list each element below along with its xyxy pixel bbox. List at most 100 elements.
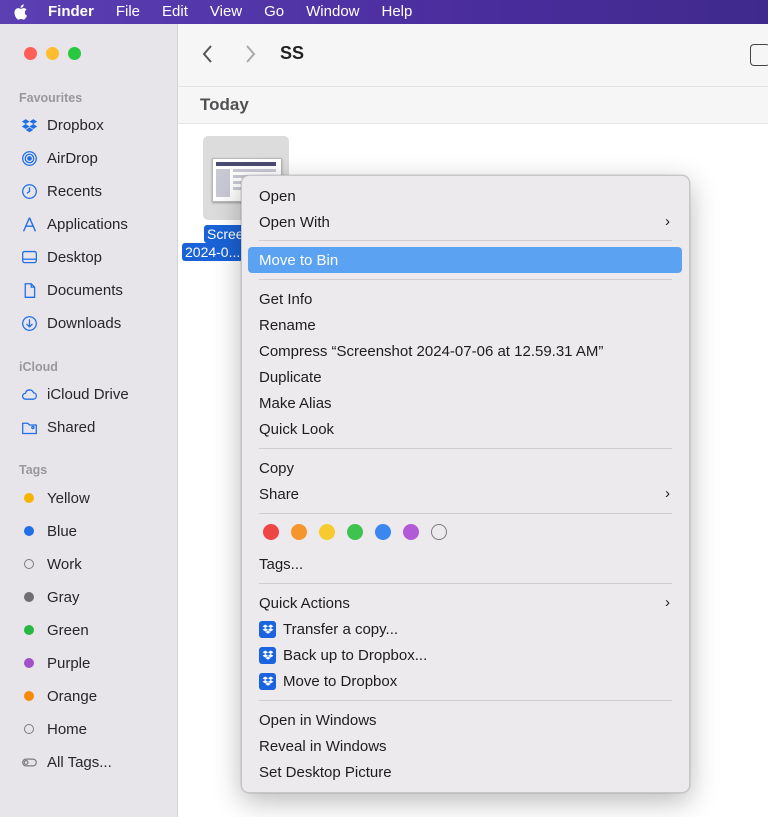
menu-item-open-in-windows[interactable]: Open in Windows: [248, 707, 682, 733]
back-button[interactable]: [202, 44, 214, 70]
sidebar-item-label: Work: [47, 555, 82, 573]
sidebar-item-label: iCloud Drive: [47, 385, 129, 403]
tag-dot-icon: [19, 620, 39, 640]
menu-item-get-info[interactable]: Get Info: [248, 286, 682, 312]
dropbox-icon: [259, 646, 276, 664]
view-mode-icon[interactable]: [750, 44, 768, 66]
sidebar-item-label: All Tags...: [47, 753, 112, 771]
sidebar-tag-gray[interactable]: Gray: [19, 584, 80, 610]
sidebar-item-recents[interactable]: Recents: [19, 178, 102, 204]
menu-item-transfer-copy[interactable]: Transfer a copy...: [248, 616, 682, 642]
toolbar: SS: [178, 24, 768, 87]
menu-finder[interactable]: Finder: [48, 0, 94, 24]
sidebar-item-icloud-drive[interactable]: iCloud Drive: [19, 381, 129, 407]
tag-dot-icon: [19, 587, 39, 607]
minimize-button[interactable]: [46, 47, 59, 60]
sidebar-item-label: Documents: [47, 281, 123, 299]
menu-item-back-up-dropbox[interactable]: Back up to Dropbox...: [248, 642, 682, 668]
tag-red-swatch[interactable]: [263, 524, 279, 540]
sidebar-item-downloads[interactable]: Downloads: [19, 310, 121, 336]
sidebar: Favourites Dropbox AirDrop Recents Appli…: [0, 24, 178, 817]
sidebar-item-airdrop[interactable]: AirDrop: [19, 145, 98, 171]
sidebar-tag-purple[interactable]: Purple: [19, 650, 90, 676]
sidebar-item-label: Gray: [47, 588, 80, 606]
close-button[interactable]: [24, 47, 37, 60]
chevron-right-icon: ›: [665, 594, 670, 611]
menu-item-open[interactable]: Open: [248, 183, 682, 209]
tag-yellow-swatch[interactable]: [319, 524, 335, 540]
menu-separator: [259, 448, 672, 449]
sidebar-tag-green[interactable]: Green: [19, 617, 89, 643]
menu-item-move-to-dropbox[interactable]: Move to Dropbox: [248, 668, 682, 694]
menu-item-share[interactable]: Share ›: [248, 481, 682, 507]
file-name-line2[interactable]: 2024-0...: [182, 243, 244, 261]
menu-item-quick-actions[interactable]: Quick Actions ›: [248, 590, 682, 616]
sidebar-tag-yellow[interactable]: Yellow: [19, 485, 90, 511]
menu-edit[interactable]: Edit: [162, 0, 188, 24]
tag-green-swatch[interactable]: [347, 524, 363, 540]
sidebar-item-label: Dropbox: [47, 116, 104, 134]
document-icon: [19, 280, 39, 300]
tag-purple-swatch[interactable]: [403, 524, 419, 540]
sidebar-item-label: Downloads: [47, 314, 122, 332]
menu-item-duplicate[interactable]: Duplicate: [248, 364, 682, 390]
all-tags-icon: [19, 752, 39, 772]
menu-item-make-alias[interactable]: Make Alias: [248, 390, 682, 416]
window-title: SS: [280, 43, 305, 63]
chevron-right-icon: ›: [665, 485, 670, 502]
group-title: Today: [200, 95, 249, 114]
sidebar-item-label: Yellow: [47, 489, 90, 507]
sidebar-item-shared[interactable]: Shared: [19, 414, 95, 440]
menu-separator: [259, 513, 672, 514]
menu-item-open-with[interactable]: Open With ›: [248, 209, 682, 235]
menu-file[interactable]: File: [116, 0, 140, 24]
sidebar-tag-blue[interactable]: Blue: [19, 518, 77, 544]
tag-dot-icon: [19, 686, 39, 706]
menu-help[interactable]: Help: [382, 0, 413, 24]
tag-none-swatch[interactable]: [431, 524, 447, 540]
menu-separator: [259, 700, 672, 701]
menu-item-move-to-bin[interactable]: Move to Bin: [248, 247, 682, 273]
tag-dot-icon: [19, 719, 39, 739]
sidebar-item-label: Home: [47, 720, 88, 738]
sidebar-item-desktop[interactable]: Desktop: [19, 244, 102, 270]
tag-blue-swatch[interactable]: [375, 524, 391, 540]
chevron-right-icon: ›: [665, 213, 670, 230]
menu-item-compress[interactable]: Compress “Screenshot 2024-07-06 at 12.59…: [248, 338, 682, 364]
sidebar-item-label: Orange: [47, 687, 98, 705]
sidebar-tag-work[interactable]: Work: [19, 551, 82, 577]
sidebar-tag-orange[interactable]: Orange: [19, 683, 97, 709]
sidebar-item-label: Blue: [47, 522, 78, 540]
menu-item-reveal-in-windows[interactable]: Reveal in Windows: [248, 733, 682, 759]
tag-orange-swatch[interactable]: [291, 524, 307, 540]
menu-item-set-desktop-picture[interactable]: Set Desktop Picture: [248, 759, 682, 785]
menu-separator: [259, 583, 672, 584]
menu-view[interactable]: View: [210, 0, 242, 24]
sidebar-item-documents[interactable]: Documents: [19, 277, 123, 303]
chevron-left-icon: [202, 45, 212, 63]
menu-item-rename[interactable]: Rename: [248, 312, 682, 338]
sidebar-item-dropbox[interactable]: Dropbox: [19, 112, 104, 138]
cloud-icon: [19, 384, 39, 404]
favourites-heading: Favourites: [19, 91, 83, 105]
sidebar-all-tags[interactable]: All Tags...: [19, 749, 112, 775]
menu-go[interactable]: Go: [264, 0, 284, 24]
menu-window[interactable]: Window: [306, 0, 359, 24]
group-header: Today: [178, 87, 768, 124]
airdrop-icon: [19, 148, 39, 168]
tag-dot-icon: [19, 521, 39, 541]
zoom-button[interactable]: [68, 47, 81, 60]
menu-item-tags[interactable]: Tags...: [248, 551, 682, 577]
context-menu: Open Open With › Move to Bin Get Info Ren…: [241, 175, 690, 793]
menu-item-copy[interactable]: Copy: [248, 455, 682, 481]
window-controls: [24, 47, 81, 60]
tag-dot-icon: [19, 488, 39, 508]
forward-button[interactable]: [244, 44, 256, 70]
menu-separator: [259, 279, 672, 280]
sidebar-item-applications[interactable]: Applications: [19, 211, 128, 237]
apple-icon[interactable]: [12, 3, 38, 21]
sidebar-tag-home[interactable]: Home: [19, 716, 87, 742]
download-icon: [19, 313, 39, 333]
menu-item-quick-look[interactable]: Quick Look: [248, 416, 682, 442]
sidebar-item-label: Green: [47, 621, 89, 639]
